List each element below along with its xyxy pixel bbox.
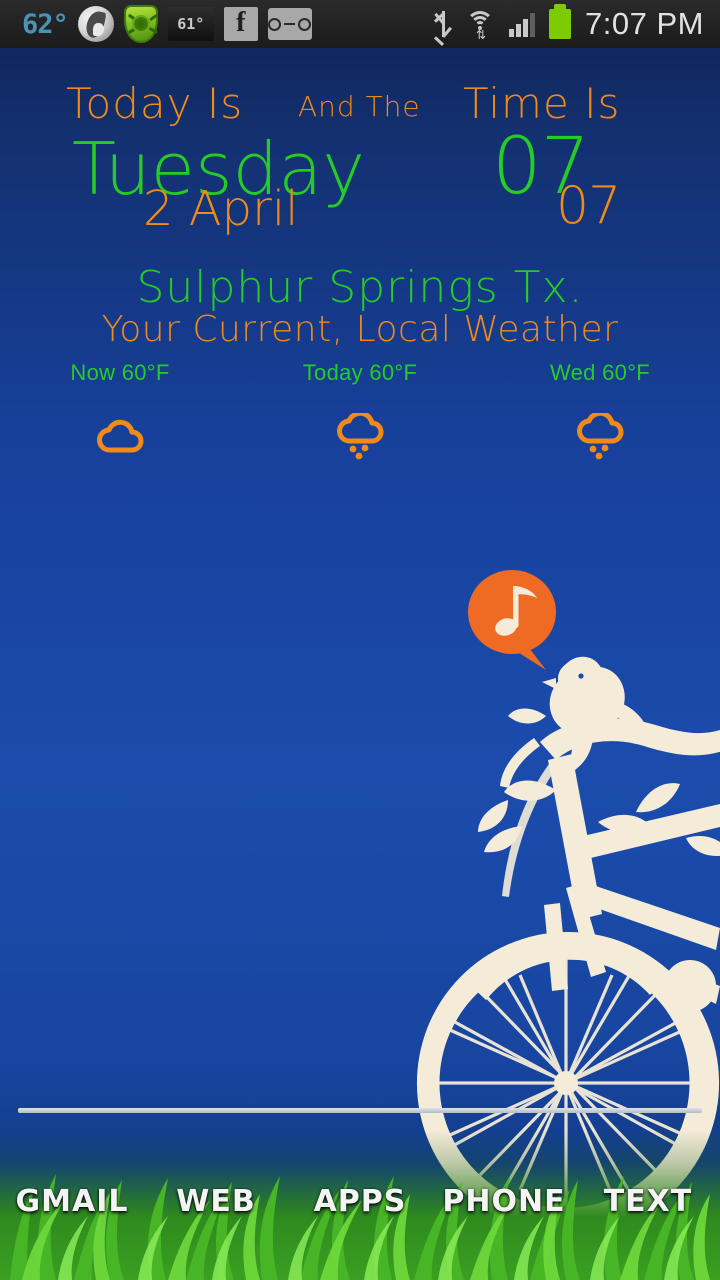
dock-label: TEXT: [603, 1183, 693, 1219]
signal-icon: [509, 11, 536, 37]
home-screen: 62° 61° ⇅: [0, 0, 720, 1280]
bluetooth-icon: [434, 11, 451, 46]
battery-icon: [549, 4, 572, 39]
music-note-icon: [495, 586, 537, 636]
forecast-label: Now 60°F: [70, 360, 170, 385]
bird-icon: [542, 656, 646, 735]
dock[interactable]: GMAIL WEB APPS PHONE TEXT: [0, 1172, 720, 1230]
dock-item-text[interactable]: TEXT: [576, 1184, 720, 1219]
temperature-widget-icon: 61°: [167, 7, 214, 41]
today-is-label: Today Is: [66, 79, 244, 128]
time-is-label: Time Is: [463, 79, 621, 128]
dock-item-apps[interactable]: APPS: [288, 1184, 432, 1219]
data-transfer-arrows-icon: ⇅: [476, 28, 486, 42]
cloud-icon: [92, 414, 148, 460]
dock-label: WEB: [176, 1183, 256, 1219]
weather-subtitle-text: Your Current, Local Weather: [101, 309, 619, 350]
drweb-shield-icon: [123, 5, 158, 43]
swirl-logo-icon: [77, 6, 114, 42]
bird-eye-icon: [578, 673, 584, 679]
forecast-label: Wed 60°F: [549, 360, 651, 385]
dock-label: APPS: [313, 1183, 407, 1219]
dock-item-phone[interactable]: PHONE: [432, 1184, 576, 1219]
dock-label: GMAIL: [15, 1183, 129, 1219]
facebook-icon: [223, 7, 258, 41]
music-bubble-icon: [468, 570, 556, 670]
forecast-item-wed[interactable]: Wed 60°F: [480, 360, 720, 460]
weather-forecast-row[interactable]: Now 60°F Today 60°F Wed 60°F: [0, 360, 720, 460]
status-bar[interactable]: 62° 61° ⇅: [0, 0, 720, 48]
voicemail-icon: [267, 8, 312, 40]
status-temperature-badge: 62°: [22, 8, 69, 40]
temperature-widget-value: 61°: [177, 15, 205, 33]
dock-item-gmail[interactable]: GMAIL: [0, 1184, 144, 1219]
status-bar-system: ⇅ 7:07 PM: [434, 4, 720, 46]
forecast-item-now[interactable]: Now 60°F: [0, 360, 240, 460]
dock-label: PHONE: [442, 1183, 566, 1219]
status-bar-notifications: 62° 61°: [0, 5, 435, 43]
wifi-icon: ⇅: [465, 11, 495, 42]
rain-cloud-icon: [572, 413, 628, 460]
weather-city-text: Sulphur Springs Tx.: [136, 262, 584, 313]
and-the-label: And The: [298, 90, 421, 123]
rain-cloud-icon: [332, 413, 388, 460]
clock-minute-text: 07: [556, 176, 621, 236]
dock-item-web[interactable]: WEB: [144, 1184, 288, 1219]
date-text: 2 April: [143, 181, 299, 237]
dock-divider: [18, 1108, 702, 1113]
forecast-label: Today 60°F: [302, 360, 418, 385]
forecast-item-today[interactable]: Today 60°F: [240, 360, 480, 460]
status-bar-clock: 7:07 PM: [585, 6, 704, 41]
